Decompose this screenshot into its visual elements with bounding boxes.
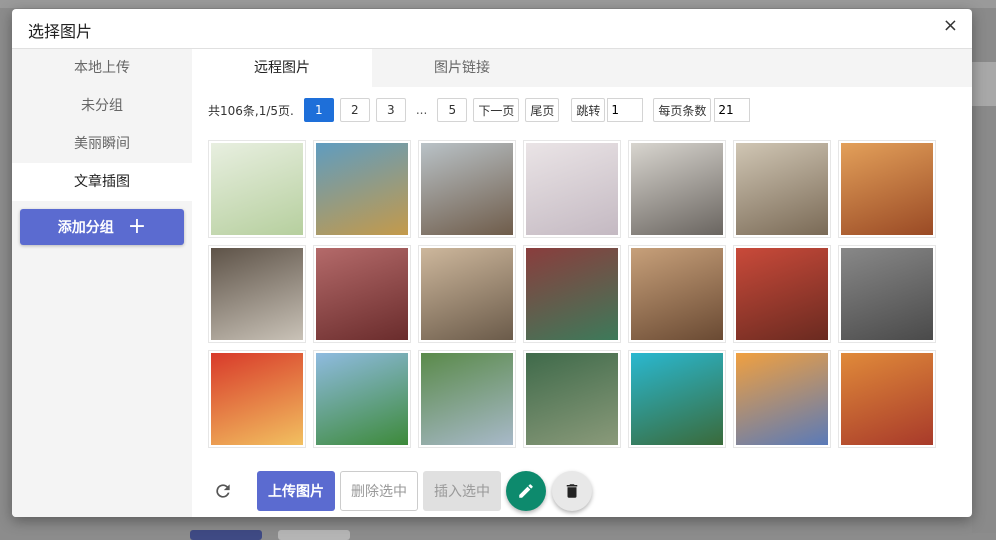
pagination-info: 共106条,1/5页. (208, 103, 294, 118)
image-thumbnail[interactable] (208, 350, 306, 448)
backdrop-button-primary (190, 530, 262, 540)
image-thumbnail[interactable] (313, 350, 411, 448)
image-thumbnail[interactable] (733, 245, 831, 343)
image-thumbnail[interactable] (418, 140, 516, 238)
backdrop-strip (0, 0, 996, 8)
image-thumbnail[interactable] (523, 245, 621, 343)
photo-waterfall-sunset (841, 353, 933, 445)
tab-image-link[interactable]: 图片链接 (372, 49, 552, 87)
photo-smiling-elders (841, 143, 933, 235)
add-group-button[interactable]: 添加分组 + (20, 209, 184, 245)
photo-turquoise-lake (631, 353, 723, 445)
page-button-2[interactable]: 2 (339, 98, 370, 122)
image-thumbnail[interactable] (838, 350, 936, 448)
image-thumbnail[interactable] (838, 245, 936, 343)
sidebar-item-local-upload[interactable]: 本地上传 (12, 49, 192, 87)
photo-national-day-poster (211, 353, 303, 445)
jump-button[interactable]: 跳转 (571, 98, 606, 122)
main-panel: 远程图片 图片链接 共106条,1/5页. 1 2 3 ... 5 下一页 尾页… (192, 49, 972, 517)
close-icon[interactable]: × (943, 16, 958, 36)
delete-selected-button[interactable]: 删除选中 (340, 471, 418, 511)
group-sidebar: 本地上传 未分组 美丽瞬间 文章插图 添加分组 + (12, 49, 192, 517)
insert-selected-button[interactable]: 插入选中 (423, 471, 501, 511)
page-button-1[interactable]: 1 (303, 98, 334, 122)
dialog-title: 选择图片 (28, 22, 93, 41)
source-tabs: 远程图片 图片链接 (192, 49, 972, 87)
image-thumbnail[interactable] (628, 350, 726, 448)
end-page-button[interactable]: 尾页 (525, 98, 560, 122)
plus-icon: + (127, 214, 147, 239)
refresh-icon[interactable] (208, 476, 238, 506)
add-group-label: 添加分组 (57, 220, 114, 236)
photo-books-sleeping (421, 143, 513, 235)
image-thumbnail[interactable] (313, 245, 411, 343)
backdrop-button-secondary (278, 530, 350, 540)
edit-icon[interactable] (506, 471, 546, 511)
image-thumbnail[interactable] (733, 140, 831, 238)
per-page-label: 每页条数 (653, 98, 712, 122)
image-thumbnail[interactable] (838, 140, 936, 238)
image-thumbnail[interactable] (628, 140, 726, 238)
photo-cartoon-classroom (316, 143, 408, 235)
photo-selfie-crowd (841, 248, 933, 340)
image-thumbnail[interactable] (208, 245, 306, 343)
image-thumbnail[interactable] (418, 350, 516, 448)
jump-page-input[interactable] (607, 98, 644, 122)
sidebar-item-article-images[interactable]: 文章插图 (12, 163, 192, 201)
image-thumbnail[interactable] (418, 245, 516, 343)
image-thumbnail[interactable] (523, 140, 621, 238)
sidebar-item-ungrouped[interactable]: 未分组 (12, 87, 192, 125)
photo-calligraphy-wall (631, 143, 723, 235)
upload-image-button[interactable]: 上传图片 (257, 471, 335, 511)
image-thumbnail[interactable] (733, 350, 831, 448)
action-bar: 上传图片 删除选中 插入选中 (208, 471, 598, 511)
dialog-header: 选择图片 × (12, 9, 972, 49)
pagination: 共106条,1/5页. 1 2 3 ... 5 下一页 尾页 跳转 每页条数 (208, 97, 760, 123)
photo-banquet-table (736, 143, 828, 235)
photo-group-on-stage (316, 248, 408, 340)
photo-men-at-table (211, 248, 303, 340)
page-button-3[interactable]: 3 (375, 98, 406, 122)
photo-couple-sketch (526, 143, 618, 235)
next-page-button[interactable]: 下一页 (473, 98, 520, 122)
select-image-dialog: 选择图片 × 本地上传 未分组 美丽瞬间 文章插图 添加分组 + 远程图片 图片… (12, 9, 972, 517)
pagination-ellipsis: ... (415, 103, 428, 117)
photo-grassland-lake (316, 353, 408, 445)
image-thumbnail[interactable] (313, 140, 411, 238)
photo-family-portrait (421, 248, 513, 340)
photo-anime-girl-garden (211, 143, 303, 235)
photo-stone-bridge (421, 353, 513, 445)
per-page-input[interactable] (714, 98, 751, 122)
image-thumbnail[interactable] (628, 245, 726, 343)
trash-icon[interactable] (552, 471, 592, 511)
photo-round-table-feast (526, 248, 618, 340)
photo-great-wall (526, 353, 618, 445)
tab-remote-images[interactable]: 远程图片 (192, 49, 372, 87)
page-button-last[interactable]: 5 (437, 98, 468, 122)
image-thumbnail[interactable] (523, 350, 621, 448)
photo-red-hall-group (736, 248, 828, 340)
backdrop-right-bar (972, 62, 996, 106)
sidebar-item-moments[interactable]: 美丽瞬间 (12, 125, 192, 163)
image-thumbnail[interactable] (208, 140, 306, 238)
photo-sunset-clouds (736, 353, 828, 445)
photo-dinner-gathering (631, 248, 723, 340)
